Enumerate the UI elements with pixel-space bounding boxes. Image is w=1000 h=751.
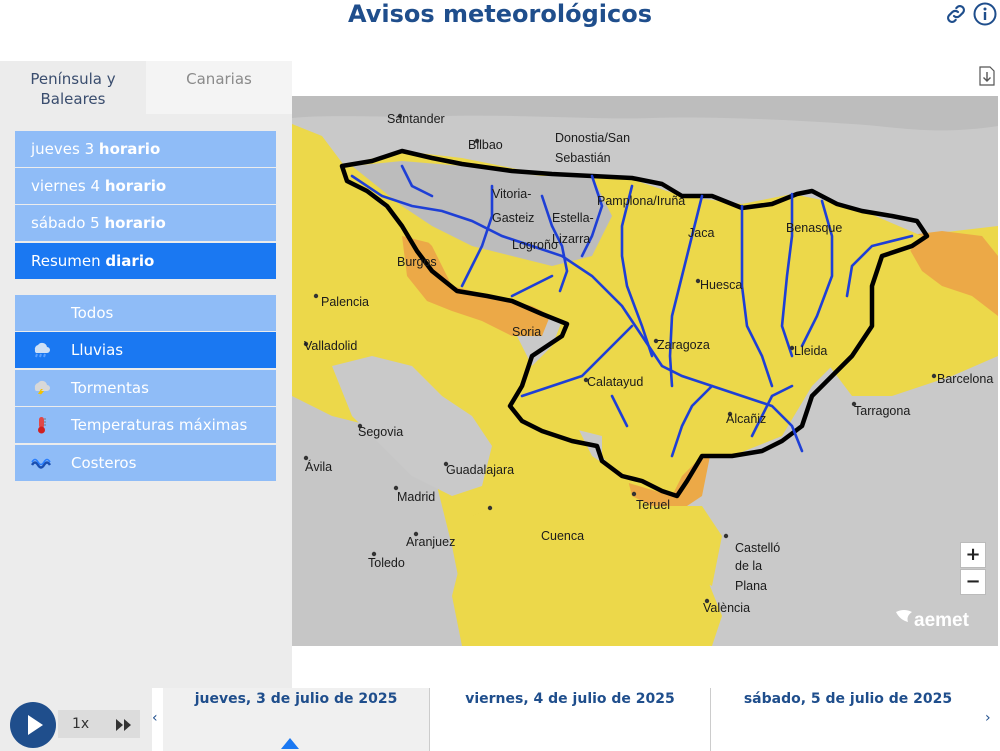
city-label: Logroño (512, 238, 558, 252)
city-label: Soria (512, 325, 541, 339)
city-marker: Lleida (789, 344, 827, 358)
city-label: Sebastián (555, 151, 611, 165)
day-label: viernes 4 (31, 177, 105, 195)
city-label: Plana (735, 579, 767, 593)
city-label: Estella- (552, 211, 594, 225)
city-label: Segovia (358, 425, 403, 439)
city-label: Tarragona (854, 404, 910, 418)
timeline-next-arrow[interactable]: › (985, 710, 991, 726)
city-label: Castelló (735, 541, 780, 555)
day-label: Resumen (31, 252, 106, 270)
city-label: Lleida (794, 344, 827, 358)
city-label: de la (735, 559, 762, 573)
phenomenon-costeros[interactable]: Costeros (15, 445, 276, 481)
city-marker: Bilbao (468, 138, 503, 152)
city-marker: Aranjuez (406, 531, 455, 549)
play-icon (28, 715, 43, 735)
warning-map[interactable]: Santander Bilbao Donostia/San Sebastián … (292, 96, 998, 646)
play-button[interactable] (10, 702, 56, 748)
city-label: Aranjuez (406, 535, 455, 549)
day-button-resumen[interactable]: Resumen diario (15, 243, 276, 279)
logo-text: aemet (914, 610, 970, 631)
link-icon[interactable] (944, 2, 968, 26)
city-label: Gasteiz (492, 211, 534, 225)
city-marker: Alcañiz (726, 411, 766, 426)
city-label: Pamplona/Iruña (597, 194, 685, 208)
city-label: Donostia/San (555, 131, 630, 145)
phenomenon-temperaturas-maximas[interactable]: Temperaturas máximas (15, 407, 276, 443)
city-label: Huesca (700, 278, 742, 292)
city-label: Palencia (321, 295, 369, 309)
city-label: Teruel (636, 498, 670, 512)
city-marker: València (703, 598, 750, 615)
day-mode: horario (98, 140, 161, 158)
city-marker: Valladolid (303, 339, 357, 353)
city-marker: Huesca (695, 278, 742, 292)
city-label: Madrid (397, 490, 435, 504)
page-title: Avisos meteorológicos (348, 0, 652, 28)
city-marker: Guadalajara (443, 461, 514, 477)
phenomenon-label: Tormentas (71, 379, 149, 397)
city-label: Jaca (688, 226, 714, 240)
day-button-jueves[interactable]: jueves 3 horario (15, 131, 276, 167)
timeline: 1x ‹ jueves, 3 de julio de 2025 viernes,… (0, 688, 1000, 751)
storm-icon (34, 380, 50, 397)
city-marker: Calatayud (583, 375, 643, 389)
waves-icon (31, 458, 51, 469)
phenomenon-tormentas[interactable]: Tormentas (15, 370, 276, 406)
day-mode: horario (104, 214, 166, 232)
city-marker: Palencia (313, 293, 369, 309)
fast-forward-icon[interactable] (114, 718, 134, 732)
city-marker: Barcelona (931, 372, 993, 386)
timeline-prev-arrow[interactable]: ‹ (152, 710, 158, 726)
phenomenon-label: Temperaturas máximas (71, 416, 248, 434)
city-label: Valladolid (304, 339, 357, 353)
phenomenon-todos[interactable]: Todos (15, 295, 276, 331)
city-label: Benasque (786, 221, 842, 235)
zoom-out-button[interactable]: − (960, 569, 986, 595)
day-label: jueves 3 (31, 140, 99, 158)
timeline-pointer (281, 738, 299, 749)
thermometer-icon (38, 417, 46, 434)
phenomenon-label: Todos (71, 304, 114, 322)
phenomenon-label: Lluvias (71, 341, 124, 359)
sidebar: Península y Baleares Canarias jueves 3 h… (0, 61, 292, 688)
city-label: Toledo (368, 556, 405, 570)
timeline-day-sabado[interactable]: sábado, 5 de julio de 2025 (711, 688, 985, 751)
info-icon[interactable] (973, 2, 997, 26)
city-marker: Zaragoza (653, 338, 710, 352)
timeline-day-viernes[interactable]: viernes, 4 de julio de 2025 (430, 688, 710, 751)
city-label: Cuenca (541, 529, 584, 543)
city-label: Ávila (305, 459, 332, 474)
rain-icon (34, 342, 50, 358)
city-label: Guadalajara (446, 463, 514, 477)
day-mode: horario (104, 177, 167, 195)
city-label: Vitoria- (492, 187, 531, 201)
city-label: Barcelona (937, 372, 993, 386)
city-label: Alcañiz (726, 412, 766, 426)
city-label: València (703, 601, 750, 615)
city-marker: Tarragona (851, 401, 910, 418)
city-label: Santander (387, 112, 445, 126)
phenomenon-lluvias[interactable]: Lluvias (15, 332, 276, 368)
city-marker: Segovia (357, 423, 403, 439)
download-icon[interactable] (978, 66, 996, 86)
day-button-viernes[interactable]: viernes 4 horario (15, 168, 276, 204)
city-label: Calatayud (587, 375, 643, 389)
day-button-sabado[interactable]: sábado 5 horario (15, 205, 276, 241)
city-label: Burgos (397, 255, 437, 269)
day-label: sábado 5 (31, 214, 105, 232)
map-canvas[interactable]: Santander Bilbao Donostia/San Sebastián … (292, 96, 998, 646)
city-label: Zaragoza (657, 338, 710, 352)
phenomenon-label: Costeros (71, 454, 137, 472)
city-label: Bilbao (468, 138, 503, 152)
tab-canarias[interactable]: Canarias (146, 61, 292, 114)
zoom-in-button[interactable]: + (960, 542, 986, 568)
page: Avisos meteorológicos Península y Balear… (0, 0, 1000, 751)
city-marker: Santander (387, 112, 445, 126)
day-mode: diario (105, 252, 155, 270)
tab-peninsula[interactable]: Península y Baleares (0, 61, 146, 114)
